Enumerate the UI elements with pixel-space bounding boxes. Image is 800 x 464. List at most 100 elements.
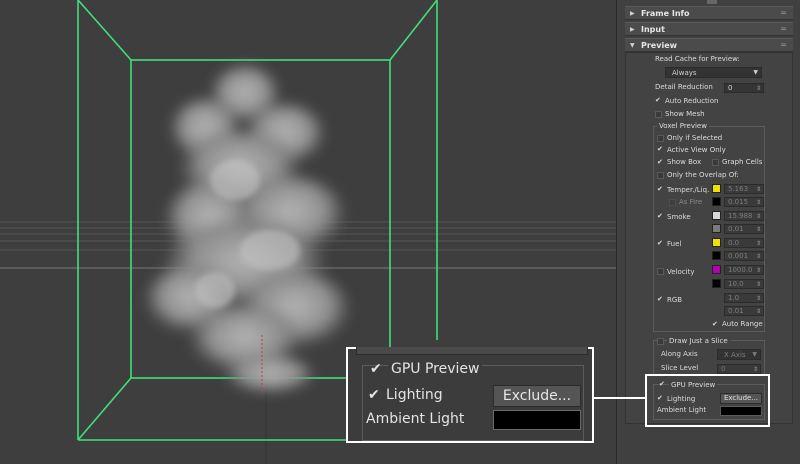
fuel-color-swatch-2[interactable] — [712, 251, 721, 260]
expand-arrow-icon: ▶ — [630, 10, 635, 17]
rgb-value-2: 0.01 — [728, 307, 744, 315]
show-mesh-label: Show Mesh — [665, 110, 705, 118]
zoom-ambient-light-label: Ambient Light — [366, 411, 465, 427]
draw-slice-label: Draw Just a Slice — [667, 337, 730, 346]
read-cache-label: Read Cache for Preview: — [655, 55, 740, 63]
chevron-down-icon: ▼ — [752, 351, 757, 358]
voxel-preview-title: Voxel Preview — [657, 122, 709, 131]
chevron-down-icon: ▼ — [753, 69, 758, 76]
rgb-spinner[interactable]: 1.0 ⇕ — [724, 293, 764, 303]
only-overlap-checkbox[interactable] — [657, 172, 664, 179]
fuel-spinner[interactable]: 0.0 ⇕ — [724, 238, 764, 248]
rollout-title: Frame Info — [641, 9, 690, 18]
velocity-label: Velocity — [667, 268, 695, 276]
graph-cells-label: Graph Cells — [722, 158, 763, 166]
spinner-arrows-icon: ⇕ — [755, 240, 761, 247]
smoke-value-2: 0.01 — [728, 225, 744, 233]
smoke-spinner[interactable]: 15.988 ⇕ — [724, 211, 764, 221]
along-axis-dropdown[interactable]: X Axis ▼ — [717, 349, 761, 360]
rgb-spinner-2[interactable]: 0.01 ⇕ — [724, 306, 764, 316]
as-fire-color-swatch[interactable] — [712, 197, 721, 206]
rgb-value: 1.0 — [728, 294, 740, 302]
zoom-gpu-preview-checkbox: ✔ — [370, 361, 382, 377]
as-fire-label: As Fire — [679, 198, 703, 206]
only-overlap-label: Only the Overlap Of: — [667, 171, 739, 179]
as-fire-spinner[interactable]: 0.015 ⇕ — [724, 197, 764, 207]
graph-cells-checkbox[interactable] — [712, 159, 719, 166]
only-if-selected-label: Only if Selected — [667, 134, 723, 142]
spinner-arrows-icon: ⇕ — [755, 199, 761, 206]
smoke-value: 15.988 — [728, 212, 753, 220]
rgb-checkbox[interactable]: ✔ — [657, 296, 664, 303]
expand-arrow-icon: ▶ — [630, 26, 635, 33]
fuel-value-2: 0.001 — [728, 252, 749, 260]
spinner-arrows-icon: ⇕ — [755, 186, 761, 193]
detail-reduction-spinner[interactable]: 0 ⇕ — [724, 83, 764, 93]
slice-level-spinner[interactable]: 0 ⇕ — [717, 364, 761, 374]
show-box-checkbox[interactable]: ✔ — [657, 159, 664, 166]
zoom-exclude-button: Exclude... — [493, 385, 581, 407]
velocity-color-swatch-2[interactable] — [712, 279, 721, 288]
smoke-simulation — [145, 65, 350, 395]
auto-range-checkbox[interactable]: ✔ — [712, 321, 719, 328]
smoke-color-swatch[interactable] — [712, 211, 721, 220]
along-axis-label: Along Axis — [661, 350, 698, 358]
collapse-arrow-icon: ▼ — [630, 42, 635, 49]
zoom-ambient-light-swatch — [493, 410, 581, 430]
zoom-top-strip — [356, 347, 588, 355]
velocity-checkbox[interactable] — [657, 268, 664, 275]
smoke-label: Smoke — [667, 213, 691, 221]
fuel-checkbox[interactable]: ✔ — [657, 240, 664, 247]
temper-label: Temper./Liq. — [667, 186, 710, 194]
velocity-color-swatch[interactable] — [712, 265, 721, 274]
zoom-lighting-checkbox: ✔ — [368, 387, 380, 403]
rollout-preview[interactable]: ▼ Preview = — [625, 38, 793, 52]
zoom-callout: ✔ GPU Preview ✔ Lighting Exclude... Ambi… — [346, 347, 594, 443]
velocity-value-2: 10.0 — [728, 280, 744, 288]
active-view-only-label: Active View Only — [667, 146, 726, 154]
rollout-frame-info[interactable]: ▶ Frame Info = — [625, 6, 793, 20]
drag-handle-icon: = — [780, 40, 787, 49]
smoke-checkbox[interactable]: ✔ — [657, 213, 664, 220]
rgb-label: RGB — [667, 296, 683, 304]
as-fire-checkbox[interactable] — [669, 199, 676, 206]
velocity-spinner[interactable]: 1000.0 ⇕ — [724, 265, 764, 275]
auto-reduction-checkbox[interactable]: ✔ — [655, 97, 662, 104]
draw-slice-checkbox[interactable] — [657, 338, 664, 345]
fuel-color-swatch[interactable] — [712, 238, 721, 247]
zoom-gpu-preview-label: GPU Preview — [388, 361, 483, 377]
show-box-label: Show Box — [667, 158, 702, 166]
drag-handle-icon: = — [780, 8, 787, 17]
rollout-input[interactable]: ▶ Input = — [625, 22, 793, 36]
auto-range-label: Auto Range — [722, 320, 763, 328]
slice-level-value: 0 — [721, 365, 726, 373]
read-cache-dropdown[interactable]: Always ▼ — [665, 67, 762, 78]
fuel-spinner-2[interactable]: 0.001 ⇕ — [724, 251, 764, 261]
temper-color-swatch[interactable] — [712, 184, 721, 193]
detail-reduction-value: 0 — [728, 84, 733, 92]
spinner-arrows-icon: ⇕ — [755, 308, 761, 315]
only-if-selected-checkbox[interactable] — [657, 135, 664, 142]
spinner-arrows-icon: ⇕ — [755, 253, 761, 260]
show-mesh-checkbox[interactable] — [655, 111, 662, 118]
spinner-arrows-icon: ⇕ — [755, 267, 761, 274]
along-axis-value: X Axis — [724, 351, 746, 359]
read-cache-value: Always — [672, 69, 697, 77]
velocity-spinner-2[interactable]: 10.0 ⇕ — [724, 279, 764, 289]
temper-spinner[interactable]: 5.163 ⇕ — [724, 184, 764, 194]
fuel-label: Fuel — [667, 240, 682, 248]
drag-handle-icon: = — [780, 24, 787, 33]
spinner-arrows-icon: ⇕ — [755, 213, 761, 220]
highlight-frame — [645, 374, 770, 427]
detail-reduction-label: Detail Reduction — [655, 83, 713, 91]
smoke-spinner-2[interactable]: 0.01 ⇕ — [724, 224, 764, 234]
active-view-only-checkbox[interactable]: ✔ — [657, 146, 664, 153]
spinner-arrows-icon: ⇕ — [755, 85, 761, 92]
panel-scroll-handle[interactable] — [707, 0, 717, 4]
temper-checkbox[interactable]: ✔ — [657, 186, 664, 193]
zoom-lighting-label: Lighting — [386, 387, 443, 403]
spinner-arrows-icon: ⇕ — [755, 295, 761, 302]
rollout-title: Input — [641, 25, 665, 34]
smoke-color-swatch-2[interactable] — [712, 224, 721, 233]
temper-value: 5.163 — [728, 185, 749, 193]
